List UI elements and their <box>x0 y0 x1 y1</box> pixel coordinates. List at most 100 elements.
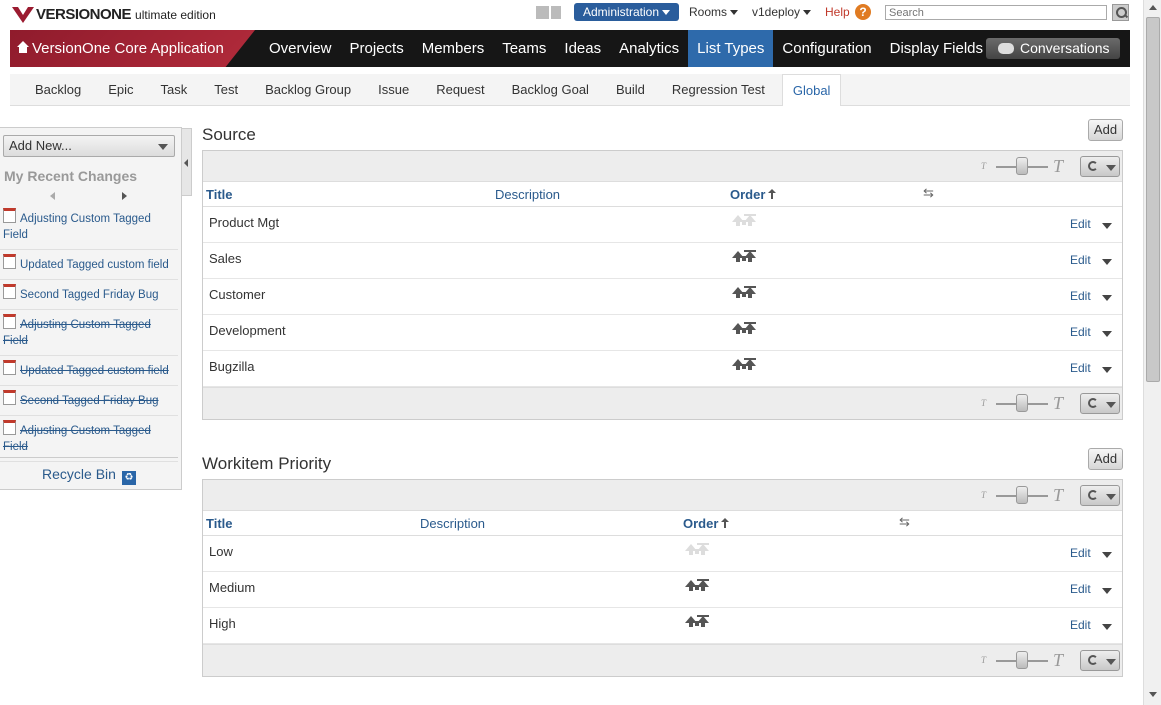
scroll-down-icon[interactable] <box>1149 692 1157 697</box>
nav-list-types[interactable]: List Types <box>688 30 774 67</box>
move-to-top-icon[interactable] <box>732 322 758 337</box>
column-header-title[interactable]: Title <box>206 516 233 531</box>
row-actions-chevron-icon[interactable] <box>1102 588 1112 594</box>
main-navigation: VersionOne Core Application Overview Proj… <box>10 30 1130 67</box>
row-actions-chevron-icon[interactable] <box>1102 624 1112 630</box>
versionone-logo[interactable]: VERSIONONE ultimate edition <box>12 6 216 23</box>
nav-display-fields[interactable]: Display Fields <box>881 30 992 67</box>
text-size-small-icon: T <box>981 398 987 408</box>
grid-options-button[interactable] <box>1080 485 1120 506</box>
edit-link[interactable]: Edit <box>1070 325 1091 339</box>
grid-options-button[interactable] <box>1080 156 1120 177</box>
tab-backlog-goal[interactable]: Backlog Goal <box>502 74 599 105</box>
scrollbar-thumb[interactable] <box>1146 17 1160 382</box>
source-add-button[interactable]: Add <box>1088 119 1123 141</box>
tab-epic[interactable]: Epic <box>98 74 143 105</box>
rooms-menu[interactable]: Rooms <box>689 5 739 19</box>
row-actions-chevron-icon[interactable] <box>1102 552 1112 558</box>
search-input[interactable] <box>885 5 1107 20</box>
edit-link[interactable]: Edit <box>1070 361 1091 375</box>
help-link[interactable]: Help <box>825 5 850 19</box>
tab-issue[interactable]: Issue <box>368 74 419 105</box>
recent-change-item[interactable]: Adjusting Custom Tagged Field <box>0 310 178 356</box>
edit-link[interactable]: Edit <box>1070 289 1091 303</box>
recent-change-item[interactable]: Adjusting Custom Tagged Field <box>0 204 178 250</box>
column-header-title[interactable]: Title <box>206 187 233 202</box>
page-scrollbar[interactable] <box>1143 0 1161 705</box>
column-header-order[interactable]: Order <box>730 187 777 202</box>
column-header-description[interactable]: Description <box>495 187 560 202</box>
text-size-slider-thumb[interactable] <box>1016 486 1028 504</box>
recent-change-item[interactable]: Second Tagged Friday Bug <box>0 280 178 310</box>
text-size-large-icon: T <box>1053 485 1064 505</box>
edit-link[interactable]: Edit <box>1070 546 1091 560</box>
row-actions-chevron-icon[interactable] <box>1102 331 1112 337</box>
tab-backlog-group[interactable]: Backlog Group <box>255 74 361 105</box>
help-icon[interactable]: ? <box>855 4 871 20</box>
collapse-panel-handle[interactable] <box>182 128 192 196</box>
reorder-columns-icon[interactable] <box>923 185 937 201</box>
recent-change-label: Updated Tagged custom field <box>20 259 169 271</box>
row-actions-chevron-icon[interactable] <box>1102 295 1112 301</box>
workitem-priority-add-button[interactable]: Add <box>1088 448 1123 470</box>
document-icon <box>3 314 16 329</box>
move-to-top-icon[interactable] <box>732 250 758 265</box>
move-to-top-icon[interactable] <box>685 579 711 594</box>
move-to-top-icon[interactable] <box>732 286 758 301</box>
chevron-down-icon <box>158 144 168 150</box>
table-row: Sales Edit <box>203 243 1122 279</box>
table-row: Low Edit <box>203 536 1122 572</box>
tab-backlog[interactable]: Backlog <box>25 74 91 105</box>
column-header-description[interactable]: Description <box>420 516 485 531</box>
logo-text: VERSIONONE <box>36 6 132 23</box>
list-types-subnav: Backlog Epic Task Test Backlog Group Issue Req… <box>10 74 1130 106</box>
move-to-top-icon[interactable] <box>732 358 758 373</box>
scroll-up-icon[interactable] <box>1149 5 1157 10</box>
recent-change-item[interactable]: Updated Tagged custom field <box>0 250 178 280</box>
layout-toggle-icon[interactable] <box>536 6 561 19</box>
nav-members[interactable]: Members <box>413 30 494 67</box>
tab-test[interactable]: Test <box>204 74 248 105</box>
edit-link[interactable]: Edit <box>1070 582 1091 596</box>
user-menu[interactable]: v1deploy <box>752 5 812 19</box>
text-size-slider-thumb[interactable] <box>1016 651 1028 669</box>
search-icon[interactable] <box>1112 4 1129 21</box>
tab-regression-test[interactable]: Regression Test <box>662 74 775 105</box>
tab-global[interactable]: Global <box>781 74 842 106</box>
add-new-dropdown[interactable]: Add New... <box>3 135 175 157</box>
edit-link[interactable]: Edit <box>1070 253 1091 267</box>
edit-link[interactable]: Edit <box>1070 618 1091 632</box>
nav-configuration[interactable]: Configuration <box>773 30 880 67</box>
row-actions-chevron-icon[interactable] <box>1102 223 1112 229</box>
recent-change-item[interactable]: Second Tagged Friday Bug <box>0 386 178 416</box>
text-size-slider-thumb[interactable] <box>1016 394 1028 412</box>
grid-options-button[interactable] <box>1080 650 1120 671</box>
grid-footer: TT <box>203 387 1122 419</box>
recent-change-item[interactable]: Updated Tagged custom field <box>0 356 178 386</box>
nav-ideas[interactable]: Ideas <box>555 30 610 67</box>
administration-menu-button[interactable]: Administration <box>574 3 679 21</box>
row-actions-chevron-icon[interactable] <box>1102 367 1112 373</box>
previous-page-icon[interactable] <box>50 192 55 200</box>
edit-link[interactable]: Edit <box>1070 217 1091 231</box>
tab-task[interactable]: Task <box>151 74 198 105</box>
recycle-bin-link[interactable]: Recycle Bin ♻ <box>0 457 178 485</box>
nav-teams[interactable]: Teams <box>493 30 555 67</box>
conversations-button[interactable]: Conversations <box>986 38 1120 59</box>
row-actions-chevron-icon[interactable] <box>1102 259 1112 265</box>
app-home-tab[interactable]: VersionOne Core Application <box>10 30 255 67</box>
text-size-slider-thumb[interactable] <box>1016 157 1028 175</box>
recent-change-item[interactable]: Adjusting Custom Tagged Field <box>0 416 178 462</box>
nav-projects[interactable]: Projects <box>341 30 413 67</box>
next-page-icon[interactable] <box>122 192 127 200</box>
move-to-top-icon[interactable] <box>685 615 711 630</box>
nav-analytics[interactable]: Analytics <box>610 30 688 67</box>
tab-request[interactable]: Request <box>426 74 494 105</box>
reorder-columns-icon[interactable] <box>899 514 913 530</box>
column-header-order[interactable]: Order <box>683 516 730 531</box>
nav-overview[interactable]: Overview <box>260 30 341 67</box>
grid-options-button[interactable] <box>1080 393 1120 414</box>
row-title: Low <box>209 544 233 559</box>
tab-build[interactable]: Build <box>606 74 655 105</box>
edition-label: ultimate edition <box>135 7 216 22</box>
